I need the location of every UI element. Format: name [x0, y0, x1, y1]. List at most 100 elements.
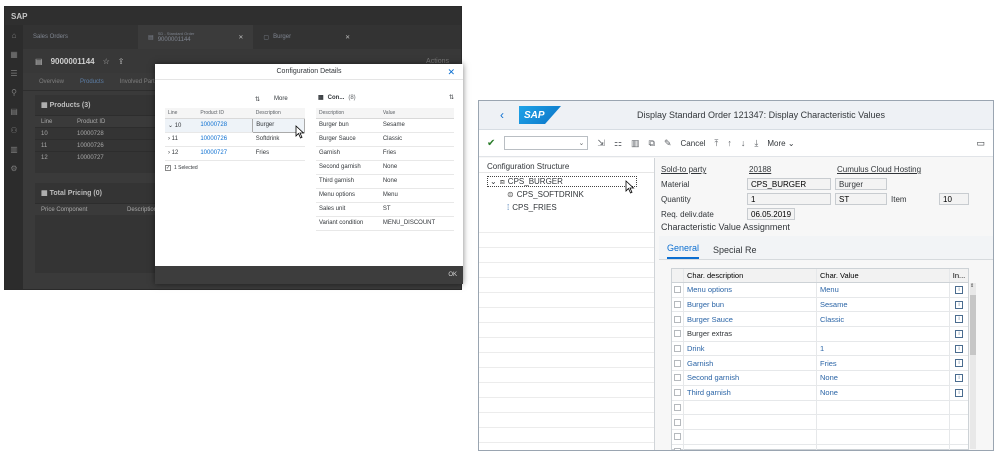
close-icon[interactable]: ✕ — [238, 34, 243, 41]
char-value[interactable]: 1 — [817, 341, 950, 356]
previous-page-icon[interactable]: ↑ — [727, 138, 732, 148]
product-link[interactable]: 10000726 — [197, 132, 253, 147]
scrollbar-thumb[interactable] — [970, 295, 976, 355]
char-description[interactable]: Menu options — [684, 283, 817, 297]
ok-button[interactable]: OK — [448, 272, 457, 278]
row-select[interactable] — [672, 429, 684, 444]
row-select[interactable] — [672, 415, 684, 429]
row-select[interactable] — [672, 283, 684, 297]
grid-icon[interactable]: ▦ — [10, 50, 18, 59]
columns-icon[interactable]: ▥ — [631, 138, 640, 149]
item-field[interactable]: 10 — [939, 193, 969, 205]
command-field[interactable]: ⌄ — [504, 136, 589, 150]
info-cell[interactable]: i — [950, 342, 968, 356]
table-row[interactable]: Third garnish None i — [672, 385, 968, 401]
info-icon[interactable]: i — [955, 388, 963, 397]
checkbox[interactable] — [674, 301, 681, 309]
checkbox[interactable]: ✓ — [165, 164, 171, 171]
table-row[interactable]: Burger bun Sesame — [316, 118, 454, 133]
info-icon[interactable]: i — [955, 359, 963, 368]
char-value[interactable]: None — [817, 385, 950, 400]
table-row[interactable] — [672, 415, 968, 430]
table-row[interactable]: Drink 1 i — [672, 341, 968, 357]
info-cell[interactable] — [950, 445, 968, 450]
row-select[interactable] — [672, 371, 684, 385]
info-cell[interactable]: i — [950, 371, 968, 385]
table-row[interactable] — [672, 444, 968, 450]
info-icon[interactable]: i — [955, 315, 963, 324]
row-select[interactable] — [672, 341, 684, 356]
table-row[interactable]: ⌄ 10 10000728 Burger — [165, 117, 305, 133]
char-value[interactable] — [817, 327, 950, 341]
chevron-down-icon[interactable]: ⌄ — [168, 123, 175, 129]
info-cell[interactable]: i — [950, 386, 968, 400]
share-icon[interactable]: ⇪ — [118, 57, 125, 66]
product-link[interactable]: 10000728 — [197, 118, 253, 133]
info-icon[interactable]: i — [955, 285, 963, 294]
char-value[interactable] — [817, 400, 950, 415]
info-icon[interactable]: i — [955, 344, 963, 353]
home-icon[interactable]: ⌂ — [12, 31, 17, 40]
table-row[interactable]: Second garnish None i — [672, 371, 968, 386]
table-row[interactable]: › 11 10000726 Softdrink — [165, 132, 305, 147]
info-cell[interactable]: i — [950, 327, 968, 341]
cancel-button[interactable]: Cancel — [681, 139, 706, 148]
checkbox[interactable] — [674, 359, 681, 367]
char-value[interactable] — [817, 415, 950, 429]
info-cell[interactable] — [950, 430, 968, 444]
tab-sales-orders[interactable]: Sales Orders — [23, 25, 78, 49]
list-icon[interactable]: ☰ — [10, 69, 17, 78]
row-select[interactable] — [672, 385, 684, 400]
scroll-arrows-icon[interactable]: ⇕ — [970, 283, 974, 289]
sold-to-value[interactable]: 20188 — [749, 165, 771, 174]
req-delivery-date-field[interactable]: 06.05.2019 — [747, 208, 795, 220]
copy-icon[interactable]: ⧉ — [649, 138, 655, 149]
table-row[interactable]: Burger bun Sesame i — [672, 297, 968, 313]
char-value[interactable]: Classic — [817, 312, 950, 327]
info-icon[interactable]: i — [955, 329, 963, 338]
table-row[interactable]: Third garnish None — [316, 174, 454, 189]
info-cell[interactable] — [950, 415, 968, 429]
sort-icon[interactable]: ⇅ — [255, 96, 260, 103]
checkbox[interactable] — [674, 345, 681, 353]
char-description[interactable]: Third garnish — [684, 385, 817, 400]
last-page-icon[interactable]: ⤓ — [754, 138, 758, 149]
chevron-down-icon[interactable]: ⌄ — [490, 177, 497, 186]
back-arrow-icon[interactable]: ‹ — [491, 108, 513, 122]
char-description[interactable]: Second garnish — [684, 371, 817, 385]
sort-icon[interactable]: ⇅ — [449, 94, 454, 101]
row-select[interactable] — [672, 444, 684, 450]
checkbox[interactable] — [674, 389, 681, 397]
char-description[interactable]: Drink — [684, 341, 817, 356]
exit-icon[interactable]: ⇲ — [597, 138, 605, 149]
search-icon[interactable]: ⚲ — [11, 88, 17, 97]
tab-general[interactable]: General — [667, 243, 700, 259]
row-select[interactable] — [672, 400, 684, 415]
info-cell[interactable]: i — [950, 356, 968, 370]
table-row[interactable]: Menu options Menu i — [672, 283, 968, 298]
table-row[interactable]: Burger extras i — [672, 327, 968, 342]
checkbox[interactable] — [674, 403, 681, 411]
unit-field[interactable]: ST — [835, 193, 887, 205]
close-icon[interactable]: ✕ — [345, 34, 350, 41]
vertical-scrollbar[interactable]: ⇕ — [970, 283, 976, 449]
users-icon[interactable]: ⚇ — [10, 126, 17, 135]
more-button[interactable]: More ⌄ — [767, 139, 794, 148]
tab-standard-order[interactable]: ▤ SD - Standard Order 9000001144 ✕ — [138, 25, 254, 49]
subnav-overview[interactable]: Overview — [39, 79, 64, 85]
tab-special-requirements[interactable]: Special Re — [713, 245, 757, 259]
info-icon[interactable]: i — [955, 300, 963, 309]
char-value[interactable]: Menu — [817, 283, 950, 297]
star-icon[interactable]: ☆ — [103, 57, 110, 66]
subnav-products[interactable]: Products — [80, 79, 104, 85]
tab-burger[interactable]: ▢ Burger ✕ — [253, 25, 360, 49]
chart-icon[interactable]: ▥ — [10, 145, 18, 154]
checkbox[interactable] — [674, 286, 681, 294]
table-row[interactable]: › 12 10000727 Fries — [165, 146, 305, 161]
close-icon[interactable]: ✕ — [447, 67, 455, 78]
next-page-icon[interactable]: ↓ — [741, 138, 746, 148]
char-value[interactable]: Fries — [817, 356, 950, 371]
table-row[interactable]: Second garnish None — [316, 160, 454, 175]
row-select[interactable] — [672, 312, 684, 327]
tree-node-softdrink[interactable]: ⊜ CPS_SOFTDRINK — [507, 190, 584, 199]
